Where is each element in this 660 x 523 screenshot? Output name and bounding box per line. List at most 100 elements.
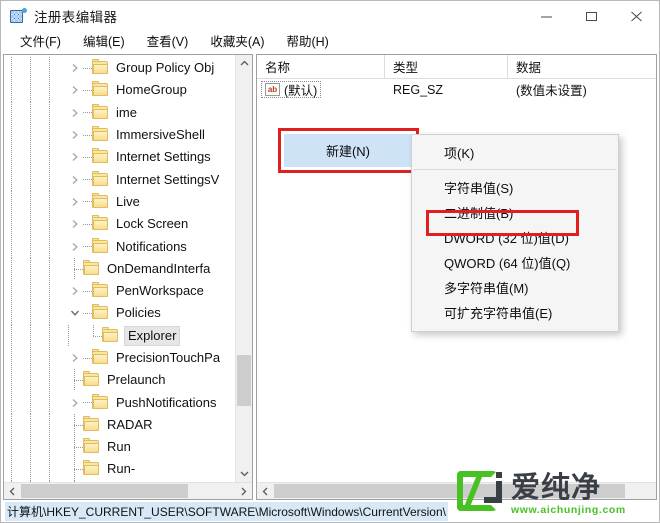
tree-item-homegroup[interactable]: HomeGroup [4, 79, 235, 102]
tree-item-internet-settingsv[interactable]: Internet SettingsV [4, 168, 235, 191]
tree-item-label: Live [116, 193, 140, 209]
chevron-right-icon[interactable] [67, 391, 83, 413]
chevron-right-icon[interactable] [67, 57, 83, 79]
column-header-data[interactable]: 数据 [508, 55, 656, 78]
submenu-item-2[interactable]: 二进制值(B) [412, 200, 618, 225]
tree-scroll-down-button[interactable] [236, 465, 252, 482]
tree-item-ime[interactable]: ime [4, 101, 235, 124]
values-column-header: 名称 类型 数据 [257, 55, 656, 79]
tree-item-label: PrecisionTouchPa [116, 350, 221, 365]
folder-icon [102, 326, 119, 343]
table-row[interactable]: ab (默认) REG_SZ (数值未设置) [257, 79, 656, 100]
value-name-cell[interactable]: ab (默认) [257, 81, 385, 98]
tree-scroll-right-button[interactable] [235, 483, 252, 499]
folder-icon [92, 170, 109, 187]
tree-item-policies[interactable]: Policies [4, 302, 235, 325]
window-controls [524, 1, 659, 31]
submenu-item-3[interactable]: DWORD (32 位)值(D) [412, 225, 618, 250]
tree-horizontal-scrollbar[interactable] [4, 482, 252, 499]
values-horizontal-scrollbar[interactable] [257, 482, 656, 499]
tree-item-ondemandinterfa[interactable]: OnDemandInterfa [4, 257, 235, 281]
tree-item-group-policy-obj[interactable]: Group Policy Obj [4, 57, 235, 80]
tree-item-penworkspace[interactable]: PenWorkspace [4, 279, 235, 303]
menu-favorites[interactable]: 收藏夹(A) [199, 31, 275, 54]
tree-connector [83, 223, 92, 225]
tree-item-lock-screen[interactable]: Lock Screen [4, 213, 235, 236]
tree-connector [83, 201, 92, 203]
tree-connector [83, 89, 92, 91]
tree-item-run[interactable]: Run [4, 436, 235, 459]
tree-leaf-marker [67, 369, 83, 392]
chevron-right-icon[interactable] [67, 280, 83, 302]
tree-indent [4, 213, 67, 236]
folder-icon [92, 192, 109, 209]
menu-file[interactable]: 文件(F) [9, 31, 72, 54]
tree-item-run[interactable]: Run- [4, 458, 235, 481]
tree-item-label: Run- [107, 461, 136, 477]
column-header-type[interactable]: 类型 [385, 55, 508, 78]
submenu-item-6[interactable]: 可扩充字符串值(E) [412, 300, 618, 325]
chevron-right-icon[interactable] [67, 102, 83, 124]
title-bar: 注册表编辑器 [1, 1, 659, 31]
value-name: (默认) [284, 84, 318, 98]
tree-item-radar[interactable]: RADAR [4, 413, 235, 437]
tree-hscroll-thumb[interactable] [21, 484, 188, 498]
tree-connector [83, 402, 92, 404]
chevron-right-icon[interactable] [67, 347, 83, 369]
tree-item-precisiontouchpa[interactable]: PrecisionTouchPa [4, 346, 235, 370]
values-hscroll-thumb[interactable] [274, 484, 626, 498]
tree-vertical-scrollbar[interactable] [235, 55, 252, 482]
tree-item-immersiveshell[interactable]: ImmersiveShell [4, 123, 235, 147]
tree-indent [4, 279, 67, 303]
chevron-right-icon[interactable] [67, 124, 83, 146]
registry-tree: Group Policy Obj HomeGroup ime ImmersiveShe… [4, 55, 235, 482]
tree-connector [83, 179, 92, 181]
chevron-right-icon[interactable] [67, 79, 83, 101]
folder-icon [92, 103, 109, 120]
values-scroll-left-button[interactable] [257, 483, 274, 499]
chevron-right-icon[interactable] [67, 146, 83, 168]
menu-help[interactable]: 帮助(H) [275, 31, 339, 54]
menu-edit[interactable]: 编辑(E) [72, 31, 136, 54]
status-bar: 计算机\HKEY_CURRENT_USER\SOFTWARE\Microsoft… [1, 500, 659, 522]
folder-icon [83, 371, 100, 387]
submenu-separator [414, 169, 616, 170]
submenu-item-5[interactable]: 多字符串值(M) [412, 275, 618, 300]
chevron-right-icon[interactable] [67, 213, 83, 235]
submenu-item-0[interactable]: 项(K) [412, 140, 618, 165]
submenu-item-4[interactable]: QWORD (64 位)值(Q) [412, 250, 618, 275]
maximize-button[interactable] [569, 1, 614, 31]
chevron-right-icon[interactable] [67, 235, 83, 257]
folder-icon [92, 237, 109, 254]
tree-scroll-up-button[interactable] [236, 55, 252, 72]
tree-connector [83, 67, 92, 69]
column-header-name[interactable]: 名称 [257, 55, 385, 78]
tree-indent [4, 146, 67, 169]
values-hscroll-track[interactable] [274, 483, 656, 499]
tree-scroll-track[interactable] [236, 72, 252, 465]
folder-icon [92, 126, 109, 142]
folder-icon [83, 460, 100, 476]
chevron-down-icon[interactable] [67, 302, 83, 324]
registry-path: 计算机\HKEY_CURRENT_USER\SOFTWARE\Microsoft… [5, 501, 448, 521]
tree-item-pushnotifications[interactable]: PushNotifications [4, 391, 235, 414]
tree-item-explorer[interactable]: Explorer [4, 324, 235, 347]
folder-icon [92, 282, 109, 298]
minimize-button[interactable] [524, 1, 569, 31]
tree-hscroll-track[interactable] [21, 483, 235, 499]
folder-icon [92, 59, 109, 75]
submenu-item-1[interactable]: 字符串值(S) [412, 175, 618, 200]
menu-view[interactable]: 查看(V) [136, 31, 200, 54]
close-button[interactable] [614, 1, 659, 31]
tree-scroll-left-button[interactable] [4, 483, 21, 499]
tree-indent [4, 302, 67, 325]
context-menu-new-item[interactable]: 新建(N) [284, 134, 412, 167]
tree-scroll-thumb[interactable] [237, 354, 251, 407]
tree-item-live[interactable]: Live [4, 190, 235, 214]
tree-indent [4, 324, 86, 347]
chevron-right-icon[interactable] [67, 168, 83, 190]
tree-item-notifications[interactable]: Notifications [4, 235, 235, 258]
tree-item-internet-settings[interactable]: Internet Settings [4, 146, 235, 169]
chevron-right-icon[interactable] [67, 191, 83, 213]
tree-item-prelaunch[interactable]: Prelaunch [4, 369, 235, 392]
